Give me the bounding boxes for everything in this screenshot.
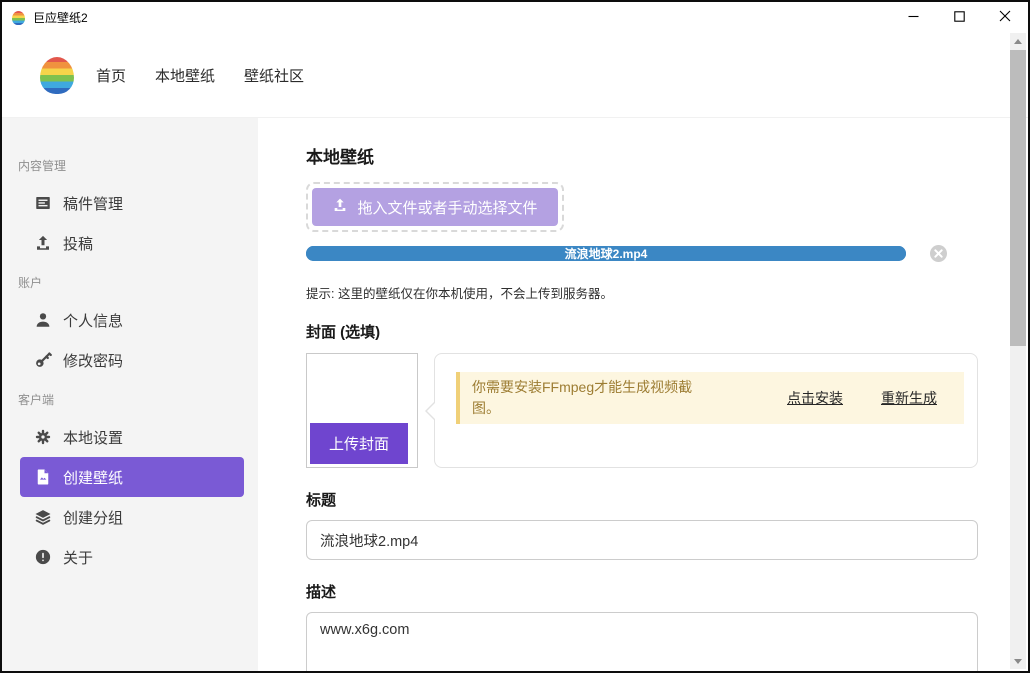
article-icon: [34, 194, 52, 212]
scrollbar[interactable]: [1010, 33, 1026, 669]
sidebar-item-change-password[interactable]: 修改密码: [20, 340, 244, 380]
nav-local-wallpaper[interactable]: 本地壁纸: [155, 65, 215, 86]
scroll-up-icon: [1014, 39, 1022, 44]
about-icon: [34, 548, 52, 566]
sidebar-item-label: 创建分组: [63, 507, 123, 528]
close-icon: [999, 10, 1011, 25]
sidebar-item-label: 稿件管理: [63, 193, 123, 214]
sidebar-item-profile[interactable]: 个人信息: [20, 300, 244, 340]
title-input[interactable]: [306, 520, 978, 560]
gear-icon: [34, 428, 52, 446]
sidebar-item-submit[interactable]: 投稿: [20, 223, 244, 263]
progress-bar: 流浪地球2.mp4: [306, 246, 906, 261]
progress-filename: 流浪地球2.mp4: [306, 246, 906, 261]
cover-alert-panel: 你需要安装FFmpeg才能生成视频截图。 点击安装 重新生成: [434, 353, 978, 468]
sidebar-item-label: 投稿: [63, 233, 93, 254]
ffmpeg-alert: 你需要安装FFmpeg才能生成视频截图。 点击安装 重新生成: [456, 372, 964, 424]
sidebar-item-label: 关于: [63, 547, 93, 568]
title-field-label: 标题: [306, 489, 978, 510]
body-layout: 内容管理 稿件管理 投稿 账户 个人信息: [2, 118, 1028, 671]
app-logo-icon: [40, 57, 74, 94]
sidebar-section-content: 内容管理: [2, 146, 258, 183]
remove-file-button[interactable]: [930, 245, 947, 262]
sidebar-item-manuscripts[interactable]: 稿件管理: [20, 183, 244, 223]
upload-cover-button[interactable]: 上传封面: [310, 423, 408, 464]
select-file-button[interactable]: 拖入文件或者手动选择文件: [312, 188, 558, 226]
app-icon: [12, 11, 25, 25]
sidebar-item-label: 创建壁纸: [63, 467, 123, 488]
description-field-label: 描述: [306, 581, 978, 602]
layers-icon: [34, 508, 52, 526]
nav-home[interactable]: 首页: [96, 65, 126, 86]
sidebar-section-client: 客户端: [2, 380, 258, 417]
alert-links: 点击安装 重新生成: [787, 388, 937, 408]
sidebar-item-label: 修改密码: [63, 350, 123, 371]
scrollbar-up-button[interactable]: [1010, 33, 1026, 49]
cover-heading: 封面 (选填): [306, 321, 978, 342]
main-content: 本地壁纸 拖入文件或者手动选择文件 流浪地球2.mp4 提示: 这里的壁纸仅在你…: [258, 118, 1028, 671]
sidebar-item-local-settings[interactable]: 本地设置: [20, 417, 244, 457]
minimize-icon: [908, 10, 919, 25]
minimize-button[interactable]: [890, 2, 936, 33]
key-icon: [34, 351, 52, 369]
scrollbar-down-button[interactable]: [1010, 653, 1026, 669]
description-textarea[interactable]: www.x6g.com: [306, 612, 978, 673]
select-file-label: 拖入文件或者手动选择文件: [357, 197, 537, 218]
maximize-button[interactable]: [936, 2, 982, 33]
sidebar-item-label: 个人信息: [63, 310, 123, 331]
sidebar-section-account: 账户: [2, 263, 258, 300]
upload-icon: [34, 234, 52, 252]
app-window: 巨应壁纸2 首页 本地壁纸 壁纸社区 内容管理: [0, 0, 1030, 673]
sidebar-item-create-group[interactable]: 创建分组: [20, 497, 244, 537]
upload-progress-row: 流浪地球2.mp4: [306, 245, 978, 262]
cover-row: 上传封面 你需要安装FFmpeg才能生成视频截图。 点击安装 重新生成: [306, 353, 978, 468]
file-dropzone[interactable]: 拖入文件或者手动选择文件: [306, 182, 564, 232]
maximize-icon: [954, 10, 965, 25]
sidebar-item-create-wallpaper[interactable]: 创建壁纸: [20, 457, 244, 497]
person-icon: [34, 311, 52, 329]
window-controls: [890, 2, 1028, 33]
sidebar-item-about[interactable]: 关于: [20, 537, 244, 577]
app-header: 首页 本地壁纸 壁纸社区: [2, 33, 1028, 118]
create-wallpaper-icon: [34, 468, 52, 486]
sidebar-item-label: 本地设置: [63, 427, 123, 448]
page-title: 本地壁纸: [306, 143, 978, 168]
upload-tray-icon: [332, 197, 348, 217]
close-circle-icon: [934, 246, 943, 261]
install-ffmpeg-link[interactable]: 点击安装: [787, 388, 843, 408]
main-nav: 首页 本地壁纸 壁纸社区: [96, 65, 304, 86]
window-title: 巨应壁纸2: [33, 9, 88, 26]
scrollbar-thumb[interactable]: [1010, 50, 1026, 346]
regenerate-link[interactable]: 重新生成: [881, 388, 937, 408]
close-button[interactable]: [982, 2, 1028, 33]
titlebar: 巨应壁纸2: [2, 2, 1028, 33]
ffmpeg-alert-message: 你需要安装FFmpeg才能生成视频截图。: [472, 377, 704, 419]
cover-preview-box: 上传封面: [306, 353, 418, 468]
sidebar: 内容管理 稿件管理 投稿 账户 个人信息: [2, 118, 258, 671]
local-use-hint: 提示: 这里的壁纸仅在你本机使用，不会上传到服务器。: [306, 283, 978, 302]
scroll-down-icon: [1014, 659, 1022, 664]
nav-wallpaper-community[interactable]: 壁纸社区: [244, 65, 304, 86]
